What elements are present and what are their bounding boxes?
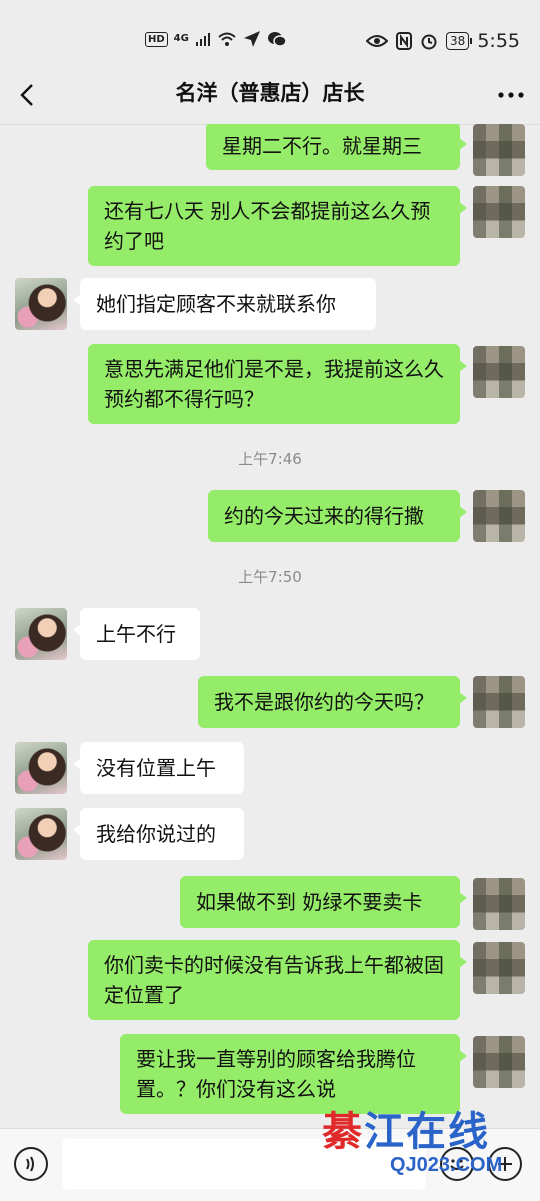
their-message-bubble[interactable]: 她们指定顾客不来就联系你: [73, 278, 376, 330]
my-message-bubble[interactable]: 我不是跟你约的今天吗？: [198, 676, 467, 728]
timestamp: 上午7:50: [238, 568, 302, 586]
message-text: 意思先满足他们是不是，我提前这么久预约都不得行吗？: [104, 357, 444, 411]
my-avatar[interactable]: [473, 1036, 525, 1088]
battery-icon: 38: [446, 32, 473, 50]
contact-avatar[interactable]: [15, 278, 67, 330]
wechat-icon: [267, 32, 287, 47]
contact-avatar[interactable]: [15, 808, 67, 860]
my-avatar[interactable]: [473, 490, 525, 542]
my-avatar[interactable]: [473, 124, 525, 176]
status-left: HD 4G: [145, 30, 287, 48]
alarm-icon: [421, 34, 437, 50]
send-arrow-icon: [243, 31, 260, 47]
hd-icon: HD: [145, 31, 168, 47]
message-text: 她们指定顾客不来就联系你: [96, 292, 336, 316]
my-avatar[interactable]: [473, 186, 525, 238]
contact-avatar[interactable]: [15, 742, 67, 794]
message-text: 你们卖卡的时候没有告诉我上午都被固定位置了: [104, 953, 444, 1007]
signal-icon: [195, 33, 210, 46]
my-message-bubble[interactable]: 还有七八天 别人不会都提前这么久预约了吧: [88, 186, 467, 266]
my-message-bubble[interactable]: 你们卖卡的时候没有告诉我上午都被固定位置了: [88, 940, 467, 1020]
my-message-bubble[interactable]: 要让我一直等别的顾客给我腾位置。？你们没有这么说: [120, 1034, 467, 1114]
my-message-bubble[interactable]: 约的今天过来的得行撒: [208, 490, 467, 542]
my-avatar[interactable]: [473, 676, 525, 728]
message-text: 还有七八天 别人不会都提前这么久预约了吧: [104, 199, 431, 253]
emoji-icon[interactable]: [440, 1147, 474, 1181]
message-text: 没有位置上午: [96, 756, 216, 780]
their-message-bubble[interactable]: 我给你说过的: [73, 808, 244, 860]
message-text: 要让我一直等别的顾客给我腾位置。？你们没有这么说: [136, 1047, 416, 1101]
network-label: 4G: [173, 33, 189, 44]
input-bar: [0, 1128, 540, 1201]
plus-icon[interactable]: [488, 1147, 522, 1181]
my-message-bubble[interactable]: 如果做不到 奶绿不要卖卡: [180, 876, 467, 928]
message-text: 我给你说过的: [96, 822, 216, 846]
nfc-icon: [396, 32, 413, 50]
my-avatar[interactable]: [473, 346, 525, 398]
my-message-bubble[interactable]: 星期二不行。就星期三: [206, 124, 467, 170]
message-text: 我不是跟你约的今天吗？: [214, 690, 434, 714]
their-message-bubble[interactable]: 没有位置上午: [73, 742, 244, 794]
message-text: 如果做不到 奶绿不要卖卡: [196, 890, 423, 914]
chat-header: 名洋（普惠店）店长: [0, 78, 540, 125]
voice-icon[interactable]: [14, 1147, 48, 1181]
eye-icon: [366, 35, 389, 47]
timestamp: 上午7:46: [238, 450, 302, 468]
message-list[interactable]: 星期二不行。就星期三 还有七八天 别人不会都提前这么久预约了吧 她们指定顾客不来…: [0, 124, 540, 1128]
status-right: 38 5:55: [366, 30, 520, 52]
status-bar: HD 4G 38 5:55: [0, 0, 540, 78]
wifi-icon: [218, 32, 236, 46]
message-text: 上午不行: [96, 622, 176, 646]
more-dots-icon[interactable]: [496, 80, 526, 110]
message-text: 星期二不行。就星期三: [222, 134, 422, 158]
my-message-bubble[interactable]: 意思先满足他们是不是，我提前这么久预约都不得行吗？: [88, 344, 467, 424]
their-message-bubble[interactable]: 上午不行: [73, 608, 200, 660]
my-avatar[interactable]: [473, 878, 525, 930]
message-text: 约的今天过来的得行撒: [224, 504, 424, 528]
my-avatar[interactable]: [473, 942, 525, 994]
status-time: 5:55: [477, 30, 520, 52]
chat-title: 名洋（普惠店）店长: [175, 81, 365, 105]
message-input[interactable]: [62, 1139, 426, 1189]
contact-avatar[interactable]: [15, 608, 67, 660]
